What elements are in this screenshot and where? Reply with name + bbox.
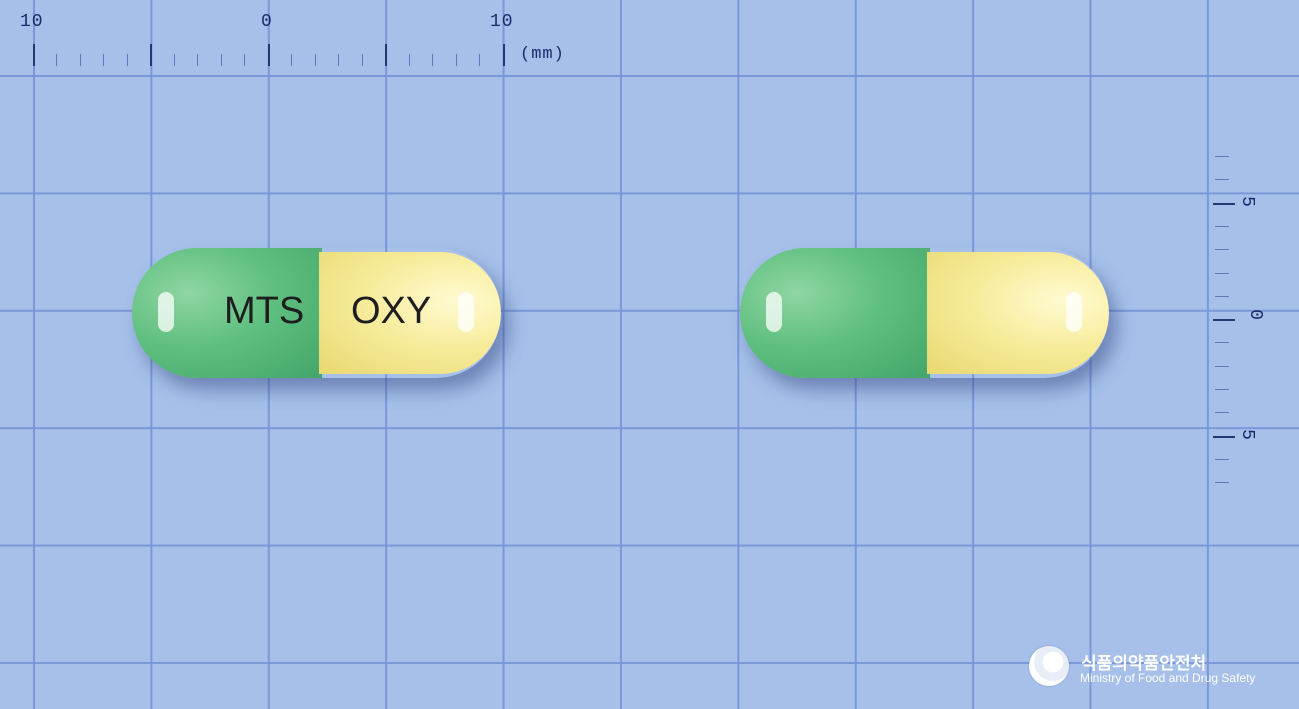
logo-english-text: Ministry of Food and Drug Safety [1080,671,1256,685]
top-ruler-label-left: 10 [20,12,44,32]
ruler-major-tick [385,44,388,66]
right-ruler-label-top: 5 [1236,196,1257,208]
ruler-minor-tick [1215,295,1229,297]
ruler-minor-tick [455,54,457,66]
ruler-minor-tick [244,54,246,66]
ruler-minor-tick [1215,342,1229,344]
ruler-major-tick [1213,202,1235,205]
ruler-minor-tick [314,54,316,66]
imprint-mts: MTS [224,290,305,332]
top-ruler-unit: (mm) [520,45,565,64]
ruler-major-tick [150,44,153,66]
top-ruler-label-center: 0 [261,12,273,32]
ruler-minor-tick [1215,249,1229,251]
ruler-minor-tick [338,54,340,66]
ruler-minor-tick [197,54,199,66]
ruler-minor-tick [1215,412,1229,414]
ruler-minor-tick [479,54,481,66]
ruler-minor-tick [220,54,222,66]
ruler-minor-tick [1215,225,1229,227]
ruler-major-tick [33,44,35,66]
ruler-minor-tick [126,54,128,66]
ruler-major-tick [267,44,270,66]
ruler-minor-tick [1215,179,1229,181]
capsule-front-highlight-right [458,292,474,332]
ruler-minor-tick [56,54,58,66]
ruler-minor-tick [291,54,293,66]
ruler-minor-tick [103,54,105,66]
ruler-minor-tick [361,54,363,66]
capsule-back-highlight-left [766,292,782,332]
imprint-oxy: OXY [351,290,432,332]
top-ruler-label-right: 10 [490,12,514,32]
right-ruler-label-bottom: 5 [1236,429,1257,441]
capsule-back-highlight-right [1066,292,1082,332]
right-ruler-label-center: 0 [1244,309,1265,321]
capsule-front-highlight-left [158,292,174,332]
ruler-minor-tick [1215,272,1229,274]
ruler-minor-tick [173,54,175,66]
ruler-minor-tick [1215,482,1229,484]
capsule-front: MTS OXY [132,248,501,378]
ruler-minor-tick [1215,365,1229,367]
ruler-minor-tick [432,54,434,66]
taegeuk-logo-icon [1029,646,1069,686]
ruler-major-tick [502,44,505,66]
ruler-major-tick [1213,319,1235,322]
ruler-major-tick [1213,435,1235,438]
ruler-minor-tick [79,54,81,66]
ruler-minor-tick [408,54,410,66]
ruler-minor-tick [1215,389,1229,390]
ruler-minor-tick [1215,458,1229,460]
capsule-back [740,248,1109,378]
ruler-minor-tick [1215,156,1229,157]
